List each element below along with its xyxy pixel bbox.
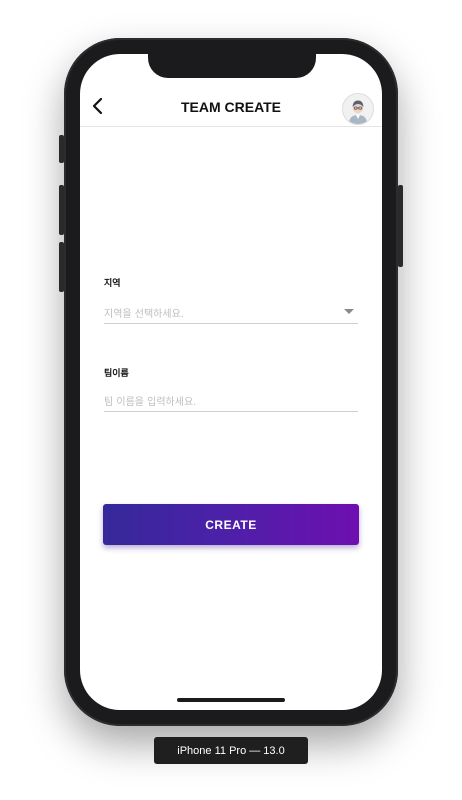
team-name-label: 팀이름 [104, 369, 129, 379]
region-placeholder: 지역을 선택하세요. [104, 308, 184, 320]
home-indicator [177, 698, 285, 702]
caret-down-icon [344, 309, 354, 314]
team-name-input[interactable]: 팀 이름을 입력하세요. [104, 389, 358, 412]
simulator-device-label: iPhone 11 Pro — 13.0 [154, 737, 308, 764]
region-select[interactable]: 지역을 선택하세요. [104, 301, 358, 324]
notch [148, 54, 316, 78]
team-name-placeholder: 팀 이름을 입력하세요. [104, 396, 197, 408]
top-bar: TEAM CREATE [80, 92, 382, 127]
region-label: 지역 [104, 279, 121, 289]
app-screen: TEAM CREATE 지역 지역을 선택하세요. 팀이름 팀 이름을 입력하세… [80, 54, 382, 710]
profile-avatar[interactable] [342, 93, 374, 125]
page-title: TEAM CREATE [180, 99, 282, 115]
volume-up-button [59, 185, 64, 235]
power-button [398, 185, 403, 267]
volume-down-button [59, 242, 64, 292]
user-avatar-icon [343, 94, 373, 124]
create-button[interactable]: CREATE [103, 504, 359, 545]
mute-switch [59, 135, 64, 163]
